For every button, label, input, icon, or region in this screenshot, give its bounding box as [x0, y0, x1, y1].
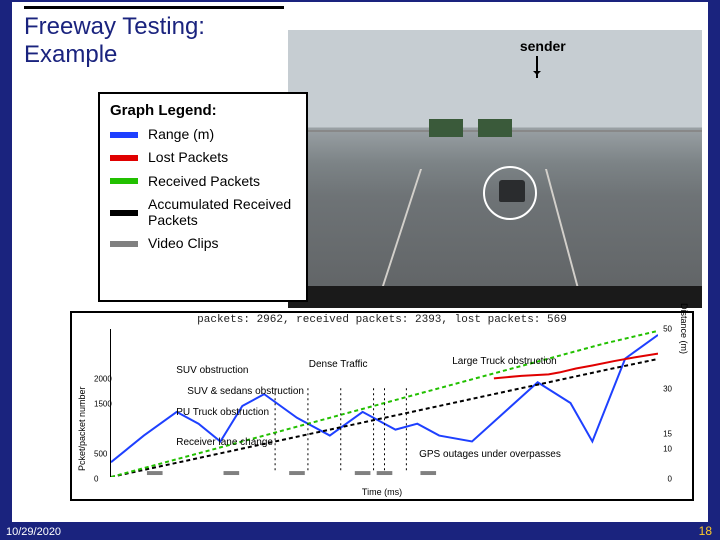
highway-sign [429, 119, 463, 137]
dashboard [288, 286, 702, 308]
y2-tick: 0 [668, 475, 672, 484]
legend-swatch [110, 241, 138, 247]
legend-label: Received Packets [148, 174, 260, 189]
y2-tick: 30 [663, 385, 672, 394]
sender-highlight-circle [483, 166, 537, 220]
chart-annotation: SUV obstruction [176, 365, 248, 376]
y-tick: 2000 [94, 375, 112, 384]
x-axis-label: Time (ms) [362, 487, 402, 497]
legend-label: Accumulated Received Packets [148, 197, 296, 228]
highway-sign [478, 119, 512, 137]
y-tick: 500 [94, 450, 107, 459]
y2-tick: 10 [663, 445, 672, 454]
legend-item: Lost Packets [110, 150, 296, 165]
chart-annotation: Large Truck obstruction [452, 356, 557, 367]
title-block: Freeway Testing: Example [24, 6, 284, 68]
y2-tick: 50 [663, 325, 672, 334]
y2-axis-label: Distance (m) [679, 303, 689, 354]
y-axis-label: Pcket/packet number [77, 387, 87, 472]
chart-title: packets: 2962, received packets: 2393, l… [72, 313, 692, 327]
sender-label: sender [520, 38, 566, 54]
chart-box: packets: 2962, received packets: 2393, l… [70, 311, 694, 501]
legend-item: Received Packets [110, 174, 296, 189]
y2-tick: 15 [663, 430, 672, 439]
legend-swatch [110, 178, 138, 184]
legend-swatch [110, 210, 138, 216]
legend-box: Graph Legend: Range (m) Lost Packets Recei… [98, 92, 308, 302]
legend-label: Lost Packets [148, 150, 228, 165]
y-tick: 0 [94, 475, 98, 484]
footer-page-number: 18 [699, 524, 712, 538]
chart-annotation: Dense Traffic [309, 359, 368, 370]
chart-plot [110, 329, 658, 477]
chart-annotation: PU Truck obstruction [176, 407, 269, 418]
chart-annotation: SUV & sedans obstruction [187, 386, 304, 397]
legend-title: Graph Legend: [110, 102, 296, 119]
legend-label: Range (m) [148, 127, 214, 142]
slide: Freeway Testing: Example Graph Legend: R… [0, 0, 720, 540]
legend-swatch [110, 155, 138, 161]
y-tick: 1500 [94, 400, 112, 409]
chart-annotation: GPS outages under overpasses [419, 449, 561, 460]
legend-item: Range (m) [110, 127, 296, 142]
content-area: Freeway Testing: Example Graph Legend: R… [12, 2, 708, 522]
legend-item: Video Clips [110, 236, 296, 251]
freeway-photo: sender [288, 30, 702, 308]
legend-item: Accumulated Received Packets [110, 197, 296, 228]
footer-date: 10/29/2020 [6, 526, 61, 538]
legend-label: Video Clips [148, 236, 219, 251]
chart-annotation: Receiver lane change [176, 437, 273, 448]
page-title: Freeway Testing: Example [24, 13, 284, 68]
legend-swatch [110, 132, 138, 138]
sender-arrow [536, 56, 538, 78]
